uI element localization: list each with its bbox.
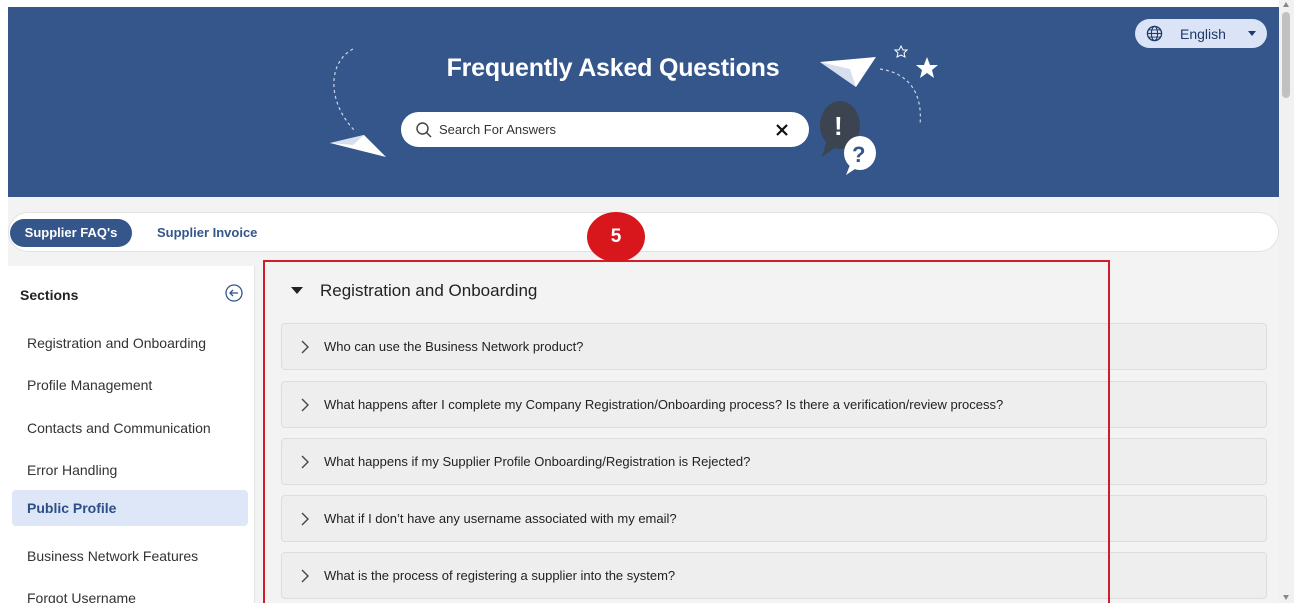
faq-item[interactable]: Who can use the Business Network product… bbox=[281, 323, 1267, 370]
chevron-down-icon bbox=[1248, 31, 1256, 36]
chevron-right-icon bbox=[301, 569, 309, 583]
search-bar[interactable] bbox=[401, 112, 809, 147]
tab-supplier-faqs[interactable]: Supplier FAQ's bbox=[10, 219, 132, 247]
sidebar-item-forgot-username[interactable]: Forgot Username bbox=[12, 580, 248, 603]
close-icon[interactable] bbox=[773, 121, 791, 139]
decorations: ! ? bbox=[330, 44, 938, 175]
sidebar-item-profile-management[interactable]: Profile Management bbox=[12, 367, 248, 403]
sidebar-item-public-profile[interactable]: Public Profile bbox=[12, 490, 248, 526]
section-title: Registration and Onboarding bbox=[320, 281, 538, 300]
sections-sidebar: Sections Registration and Onboarding Pro… bbox=[8, 266, 255, 603]
faq-question: What happens if my Supplier Profile Onbo… bbox=[324, 454, 751, 469]
chevron-right-icon bbox=[301, 512, 309, 526]
faq-item[interactable]: What if I don’t have any username associ… bbox=[281, 495, 1267, 542]
faq-question: What is the process of registering a sup… bbox=[324, 568, 676, 583]
annotation-step-badge: 5 bbox=[587, 212, 645, 262]
faq-question: What happens after I complete my Company… bbox=[324, 397, 1004, 412]
faq-content: Registration and Onboarding Who can use … bbox=[265, 268, 1279, 603]
globe-icon bbox=[1146, 25, 1163, 42]
section-accordion-header[interactable]: Registration and Onboarding bbox=[265, 268, 1279, 313]
svg-text:!: ! bbox=[834, 111, 843, 141]
sidebar-item-registration-onboarding[interactable]: Registration and Onboarding bbox=[12, 325, 248, 361]
page: ! ? Frequently Asked Questions Search Fo… bbox=[8, 7, 1279, 603]
language-label: English bbox=[1180, 26, 1226, 42]
faq-question: Who can use the Business Network product… bbox=[324, 339, 584, 354]
sidebar-item-business-network-features[interactable]: Business Network Features bbox=[12, 538, 248, 574]
faq-question: What if I don’t have any username associ… bbox=[324, 511, 677, 526]
sections-heading: Sections bbox=[20, 287, 79, 303]
faq-item[interactable]: What is the process of registering a sup… bbox=[281, 552, 1267, 599]
svg-text:?: ? bbox=[852, 142, 865, 167]
faq-header: ! ? Frequently Asked Questions Search Fo… bbox=[8, 7, 1279, 197]
scroll-up-arrow-icon[interactable] bbox=[1283, 2, 1289, 7]
sidebar-item-error-handling[interactable]: Error Handling bbox=[12, 452, 248, 488]
faq-item[interactable]: What happens after I complete my Company… bbox=[281, 381, 1267, 428]
paper-plane-icon bbox=[330, 135, 386, 157]
search-icon bbox=[416, 122, 432, 138]
chevron-right-icon bbox=[301, 455, 309, 469]
search-input[interactable] bbox=[439, 118, 759, 141]
sidebar-item-contacts-communication[interactable]: Contacts and Communication bbox=[12, 410, 248, 446]
language-selector[interactable]: English bbox=[1135, 19, 1267, 48]
collapse-sidebar-icon[interactable] bbox=[224, 283, 244, 303]
scrollbar-thumb[interactable] bbox=[1282, 12, 1290, 98]
page-title: Frequently Asked Questions bbox=[446, 54, 780, 82]
chevron-right-icon bbox=[301, 340, 309, 354]
faq-item[interactable]: What happens if my Supplier Profile Onbo… bbox=[281, 438, 1267, 485]
tab-supplier-invoice[interactable]: Supplier Invoice bbox=[157, 219, 257, 247]
page-scrollbar[interactable] bbox=[1279, 0, 1294, 603]
chevron-right-icon bbox=[301, 398, 309, 412]
scroll-down-arrow-icon[interactable] bbox=[1283, 595, 1289, 600]
caret-down-icon bbox=[291, 287, 303, 294]
speech-bubbles-icon: ! ? bbox=[820, 101, 876, 175]
